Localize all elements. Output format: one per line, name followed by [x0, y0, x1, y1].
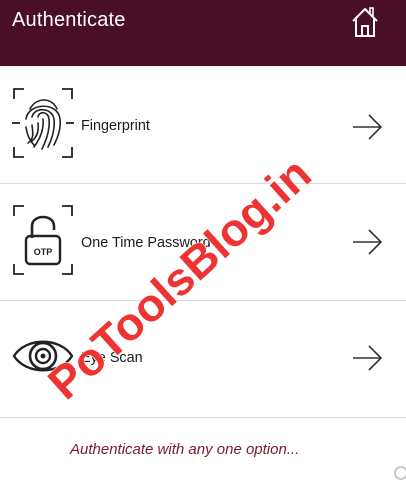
loading-indicator: [394, 466, 406, 480]
eye-scan-label: Eye Scan: [81, 349, 143, 366]
app-header: Authenticate: [0, 0, 406, 66]
otp-label: One Time Password: [81, 234, 211, 251]
home-icon: [352, 7, 378, 37]
fingerprint-label: Fingerprint: [81, 117, 150, 134]
otp-option[interactable]: OTP One Time Password: [0, 184, 406, 301]
fingerprint-icon: [12, 88, 74, 158]
arrow-right-icon: [353, 345, 382, 371]
authentication-hint: Authenticate with any one option...: [70, 441, 300, 458]
arrow-right-icon: [353, 114, 382, 140]
fingerprint-option[interactable]: Fingerprint: [0, 67, 406, 184]
eye-scan-option[interactable]: Eye Scan: [0, 301, 406, 418]
arrow-right-icon: [353, 229, 382, 255]
page-title: Authenticate: [12, 9, 126, 31]
otp-icon-text: OTP: [34, 247, 53, 257]
eye-scan-icon: [12, 340, 74, 372]
otp-lock-icon: OTP: [13, 205, 73, 275]
home-button[interactable]: [350, 4, 380, 38]
